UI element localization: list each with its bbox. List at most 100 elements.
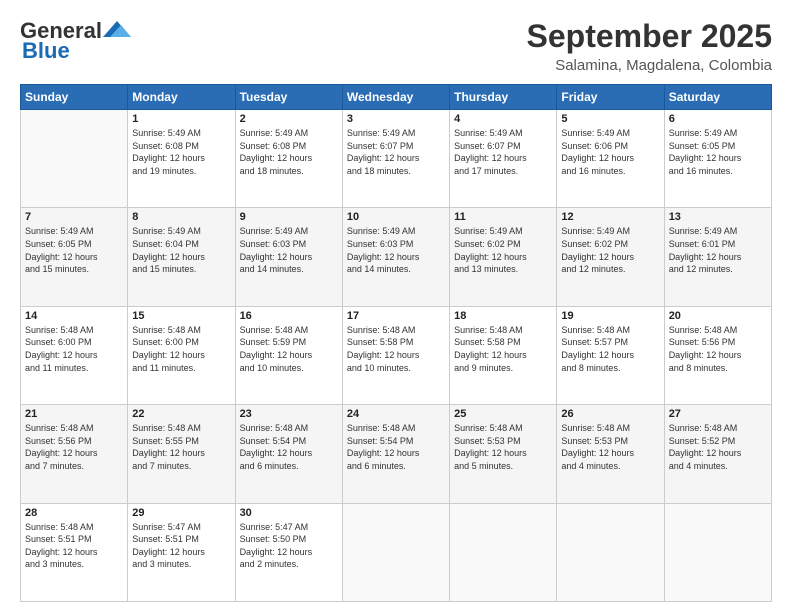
day-number: 23 [240,408,338,420]
day-number: 15 [132,310,230,322]
table-row [664,503,771,601]
table-row: 28 Sunrise: 5:48 AM Sunset: 5:51 PM Dayli… [21,503,128,601]
table-row: 7 Sunrise: 5:49 AM Sunset: 6:05 PM Daylig… [21,208,128,306]
day-info: Sunrise: 5:47 AM Sunset: 5:51 PM Dayligh… [132,521,230,571]
table-row [450,503,557,601]
table-row: 30Sunrise: 5:47 AM Sunset: 5:50 PM Dayli… [235,503,342,601]
day-info: Sunrise: 5:48 AM Sunset: 6:00 PM Dayligh… [132,324,230,374]
table-row: 11 Sunrise: 5:49 AM Sunset: 6:02 PM Dayli… [450,208,557,306]
table-row: 10 Sunrise: 5:49 AM Sunset: 6:03 PM Dayli… [342,208,449,306]
day-number: 10 [347,211,445,223]
day-info: Sunrise: 5:48 AM Sunset: 5:57 PM Dayligh… [561,324,659,374]
day-info: Sunrise: 5:48 AM Sunset: 5:51 PM Dayligh… [25,521,123,571]
logo-icon [103,19,131,39]
table-row [342,503,449,601]
day-number: 25 [454,408,552,420]
day-info: Sunrise: 5:49 AM Sunset: 6:07 PM Dayligh… [347,127,445,177]
day-info: Sunrise: 5:49 AM Sunset: 6:04 PM Dayligh… [132,225,230,275]
day-info: Sunrise: 5:48 AM Sunset: 5:53 PM Dayligh… [454,422,552,472]
table-row: 13 Sunrise: 5:49 AM Sunset: 6:01 PM Dayli… [664,208,771,306]
table-row: 24 Sunrise: 5:48 AM Sunset: 5:54 PM Dayli… [342,405,449,503]
day-info: Sunrise: 5:48 AM Sunset: 5:53 PM Dayligh… [561,422,659,472]
day-info: Sunrise: 5:49 AM Sunset: 6:02 PM Dayligh… [454,225,552,275]
day-number: 3 [347,113,445,125]
calendar-week-row: 1 Sunrise: 5:49 AM Sunset: 6:08 PM Daylig… [21,110,772,208]
location-subtitle: Salamina, Magdalena, Colombia [527,57,772,74]
table-row [21,110,128,208]
day-number: 29 [132,507,230,519]
day-number: 17 [347,310,445,322]
day-info: Sunrise: 5:48 AM Sunset: 5:58 PM Dayligh… [454,324,552,374]
day-number: 27 [669,408,767,420]
table-row: 6Sunrise: 5:49 AM Sunset: 6:05 PM Daylig… [664,110,771,208]
table-row: 19 Sunrise: 5:48 AM Sunset: 5:57 PM Dayli… [557,306,664,404]
day-info: Sunrise: 5:48 AM Sunset: 5:54 PM Dayligh… [347,422,445,472]
col-saturday: Saturday [664,85,771,110]
day-number: 28 [25,507,123,519]
day-info: Sunrise: 5:49 AM Sunset: 6:06 PM Dayligh… [561,127,659,177]
day-number: 13 [669,211,767,223]
table-row: 22 Sunrise: 5:48 AM Sunset: 5:55 PM Dayli… [128,405,235,503]
day-number: 8 [132,211,230,223]
calendar-week-row: 7 Sunrise: 5:49 AM Sunset: 6:05 PM Daylig… [21,208,772,306]
calendar-week-row: 21 Sunrise: 5:48 AM Sunset: 5:56 PM Dayli… [21,405,772,503]
day-number: 21 [25,408,123,420]
day-info: Sunrise: 5:48 AM Sunset: 5:52 PM Dayligh… [669,422,767,472]
table-row: 17Sunrise: 5:48 AM Sunset: 5:58 PM Dayli… [342,306,449,404]
table-row: 8 Sunrise: 5:49 AM Sunset: 6:04 PM Daylig… [128,208,235,306]
day-number: 4 [454,113,552,125]
table-row: 18 Sunrise: 5:48 AM Sunset: 5:58 PM Dayli… [450,306,557,404]
calendar-header-row: Sunday Monday Tuesday Wednesday Thursday… [21,85,772,110]
title-block: September 2025 Salamina, Magdalena, Colo… [527,18,772,74]
day-number: 18 [454,310,552,322]
day-info: Sunrise: 5:49 AM Sunset: 6:05 PM Dayligh… [25,225,123,275]
day-info: Sunrise: 5:48 AM Sunset: 5:56 PM Dayligh… [25,422,123,472]
table-row: 16 Sunrise: 5:48 AM Sunset: 5:59 PM Dayli… [235,306,342,404]
month-title: September 2025 [527,18,772,55]
day-info: Sunrise: 5:49 AM Sunset: 6:02 PM Dayligh… [561,225,659,275]
day-number: 7 [25,211,123,223]
day-number: 11 [454,211,552,223]
table-row: 5 Sunrise: 5:49 AM Sunset: 6:06 PM Daylig… [557,110,664,208]
day-info: Sunrise: 5:48 AM Sunset: 5:59 PM Dayligh… [240,324,338,374]
day-number: 5 [561,113,659,125]
table-row: 20 Sunrise: 5:48 AM Sunset: 5:56 PM Dayli… [664,306,771,404]
col-friday: Friday [557,85,664,110]
table-row: 21 Sunrise: 5:48 AM Sunset: 5:56 PM Dayli… [21,405,128,503]
day-info: Sunrise: 5:48 AM Sunset: 5:56 PM Dayligh… [669,324,767,374]
logo: General Blue [20,18,131,64]
day-info: Sunrise: 5:48 AM Sunset: 5:55 PM Dayligh… [132,422,230,472]
table-row: 3 Sunrise: 5:49 AM Sunset: 6:07 PM Daylig… [342,110,449,208]
table-row: 9Sunrise: 5:49 AM Sunset: 6:03 PM Daylig… [235,208,342,306]
table-row: 2Sunrise: 5:49 AM Sunset: 6:08 PM Daylig… [235,110,342,208]
calendar-table: Sunday Monday Tuesday Wednesday Thursday… [20,84,772,602]
day-info: Sunrise: 5:49 AM Sunset: 6:08 PM Dayligh… [132,127,230,177]
col-tuesday: Tuesday [235,85,342,110]
day-info: Sunrise: 5:48 AM Sunset: 6:00 PM Dayligh… [25,324,123,374]
day-number: 22 [132,408,230,420]
table-row: 29 Sunrise: 5:47 AM Sunset: 5:51 PM Dayli… [128,503,235,601]
table-row [557,503,664,601]
day-number: 6 [669,113,767,125]
day-info: Sunrise: 5:49 AM Sunset: 6:07 PM Dayligh… [454,127,552,177]
day-number: 24 [347,408,445,420]
col-sunday: Sunday [21,85,128,110]
day-number: 9 [240,211,338,223]
day-info: Sunrise: 5:49 AM Sunset: 6:03 PM Dayligh… [347,225,445,275]
col-wednesday: Wednesday [342,85,449,110]
day-number: 19 [561,310,659,322]
table-row: 1 Sunrise: 5:49 AM Sunset: 6:08 PM Daylig… [128,110,235,208]
day-number: 26 [561,408,659,420]
day-number: 14 [25,310,123,322]
calendar-week-row: 28 Sunrise: 5:48 AM Sunset: 5:51 PM Dayli… [21,503,772,601]
table-row: 27 Sunrise: 5:48 AM Sunset: 5:52 PM Dayli… [664,405,771,503]
table-row: 23Sunrise: 5:48 AM Sunset: 5:54 PM Dayli… [235,405,342,503]
day-number: 20 [669,310,767,322]
table-row: 12Sunrise: 5:49 AM Sunset: 6:02 PM Dayli… [557,208,664,306]
day-number: 16 [240,310,338,322]
day-info: Sunrise: 5:49 AM Sunset: 6:01 PM Dayligh… [669,225,767,275]
calendar-week-row: 14 Sunrise: 5:48 AM Sunset: 6:00 PM Dayli… [21,306,772,404]
table-row: 15 Sunrise: 5:48 AM Sunset: 6:00 PM Dayli… [128,306,235,404]
day-number: 1 [132,113,230,125]
col-monday: Monday [128,85,235,110]
